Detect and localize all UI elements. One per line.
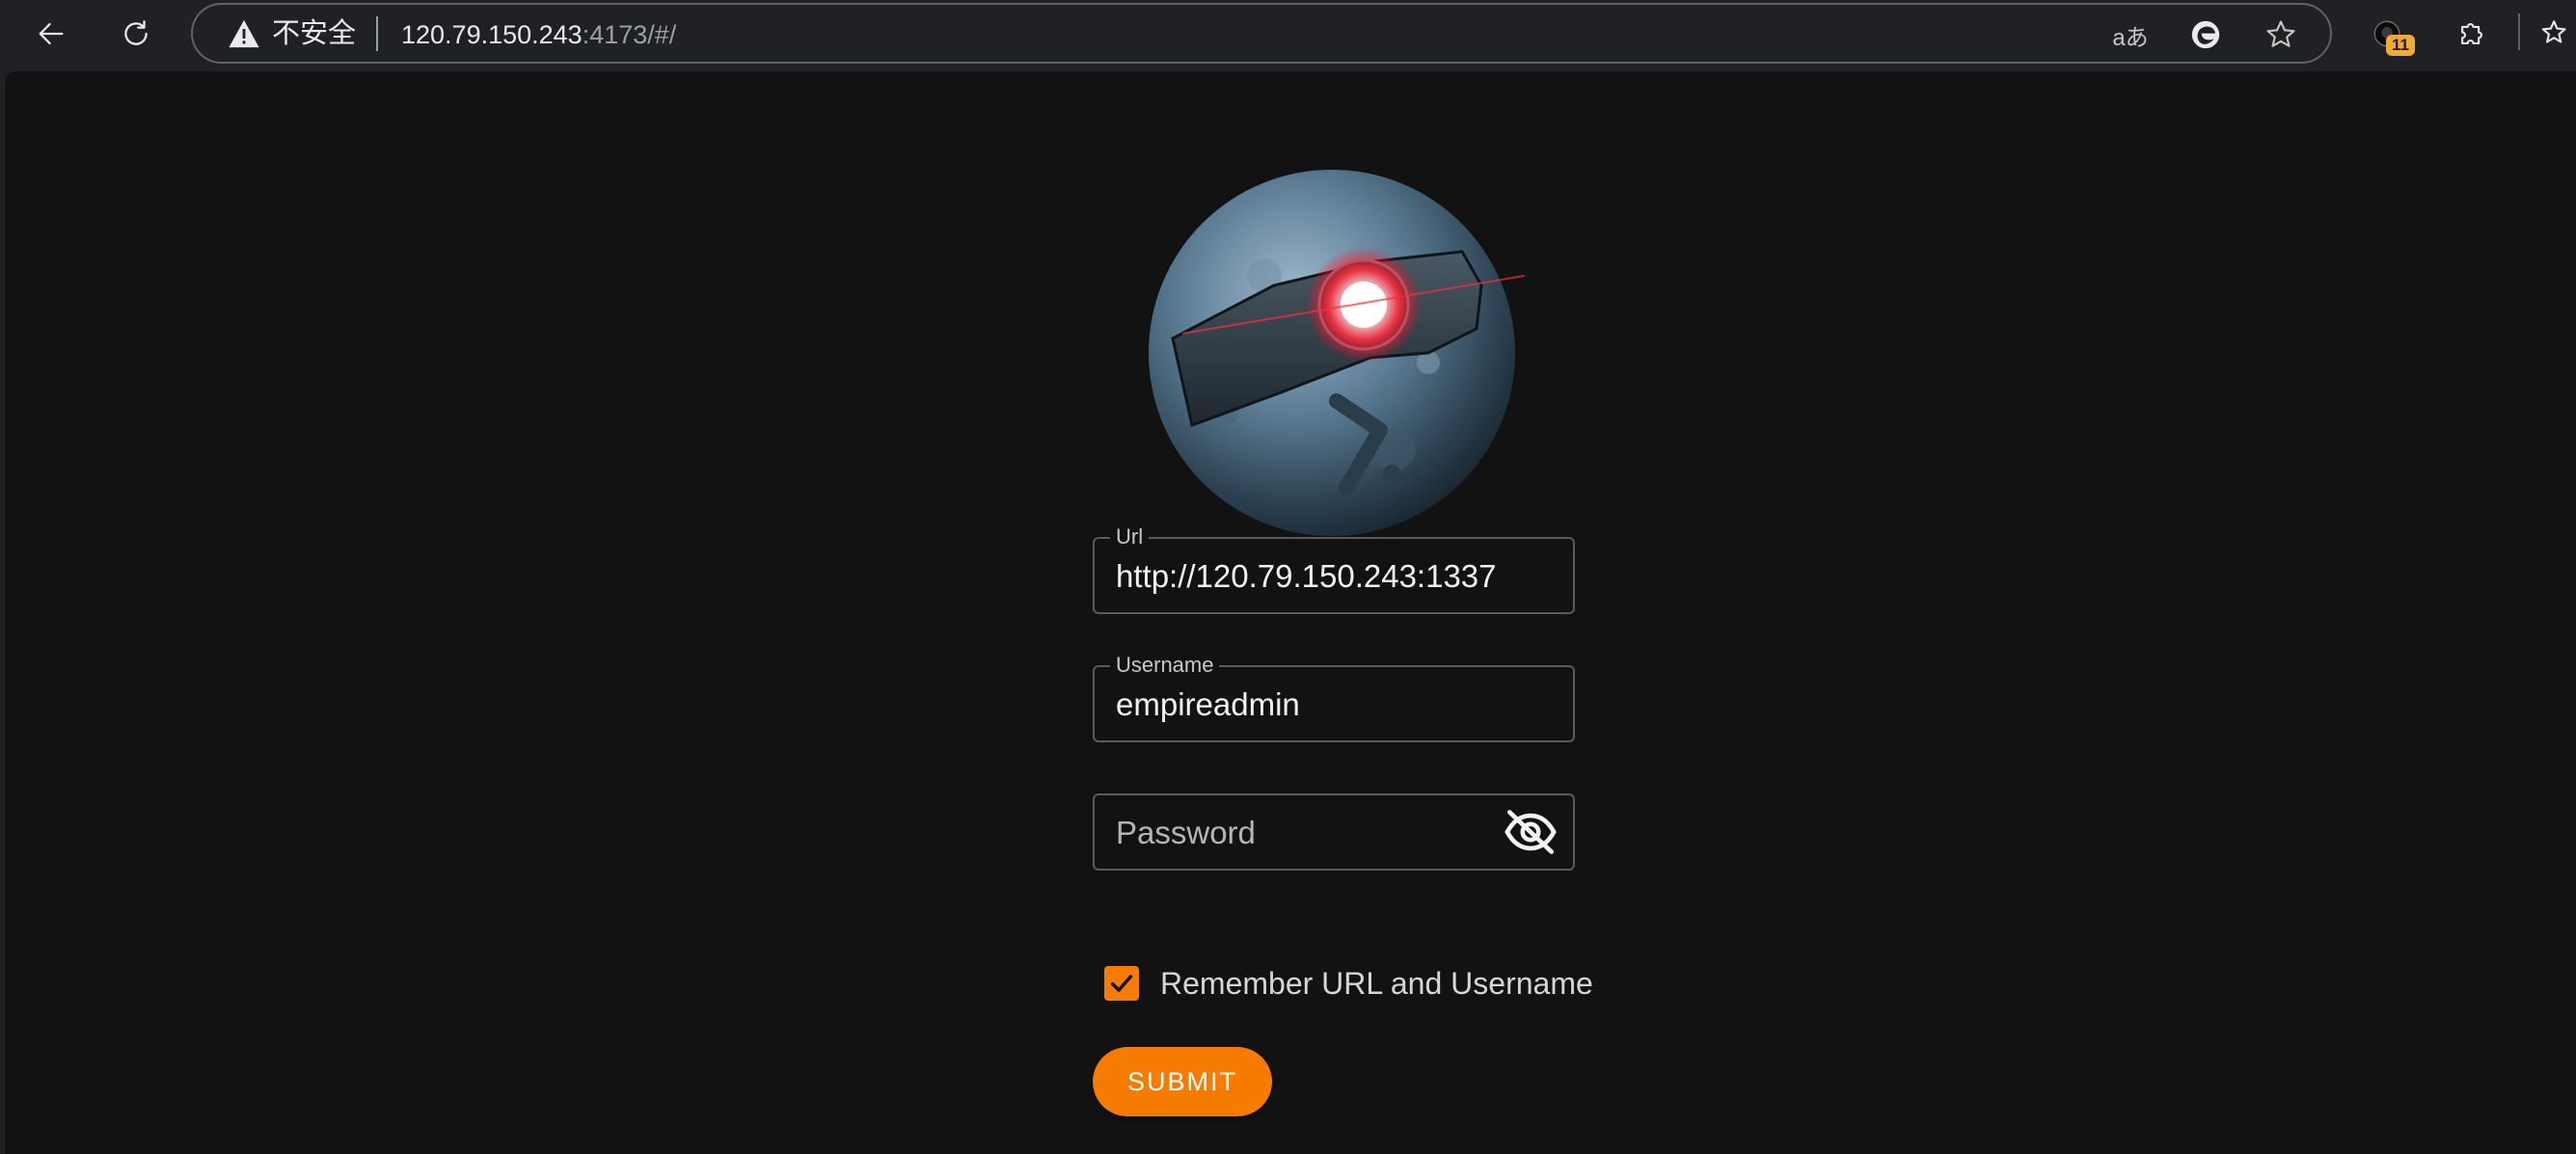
url-text[interactable]: 120.79.150.243:4173/#/ [401, 18, 676, 51]
url-input[interactable]: http://120.79.150.243:1337 [1116, 558, 1497, 595]
browser-toolbar: 不安全 120.79.150.243:4173/#/ aあ 11 [0, 0, 2576, 67]
page-content: Url http://120.79.150.243:1337 Username … [5, 71, 2576, 1154]
warning-icon[interactable] [228, 18, 260, 49]
username-input[interactable]: empireadmin [1116, 686, 1300, 723]
address-bar[interactable]: 不安全 120.79.150.243:4173/#/ aあ [191, 3, 2332, 64]
url-divider [376, 16, 378, 51]
edge-icon[interactable] [2187, 16, 2224, 53]
submit-button[interactable]: SUBMIT [1093, 1047, 1272, 1116]
reload-icon [124, 20, 148, 45]
extension-badge: 11 [2386, 35, 2415, 56]
remember-checkbox[interactable] [1104, 966, 1139, 1001]
read-aloud-icon[interactable]: aあ [2112, 16, 2149, 53]
password-input[interactable]: Password [1116, 815, 1256, 851]
extensions-puzzle-icon[interactable] [2450, 12, 2494, 56]
checkmark-icon [1110, 975, 1133, 992]
remember-label[interactable]: Remember URL and Username [1160, 966, 1593, 1001]
password-field[interactable]: Password [1093, 793, 1575, 871]
toggle-password-visibility-button[interactable] [1502, 805, 1559, 859]
logo-image [1149, 170, 1526, 536]
toolbar-divider [2518, 13, 2520, 50]
favorite-star-icon[interactable] [2263, 16, 2299, 53]
url-host: 120.79.150.243 [401, 20, 583, 49]
reload-button[interactable] [112, 10, 160, 58]
eye-off-icon [1505, 810, 1557, 854]
username-label: Username [1110, 653, 1220, 678]
empire-logo [1139, 160, 1526, 536]
favorites-icon[interactable] [2535, 12, 2576, 56]
url-field[interactable]: Url http://120.79.150.243:1337 [1093, 524, 1575, 614]
back-icon [39, 22, 64, 45]
username-field[interactable]: Username empireadmin [1093, 653, 1575, 742]
url-path: :4173/#/ [582, 20, 677, 49]
url-label: Url [1110, 524, 1150, 550]
edge-logo-icon [2191, 20, 2220, 49]
read-aloud-glyph: aあ [2112, 24, 2149, 51]
back-button[interactable] [27, 10, 75, 58]
security-status-label[interactable]: 不安全 [272, 17, 356, 50]
